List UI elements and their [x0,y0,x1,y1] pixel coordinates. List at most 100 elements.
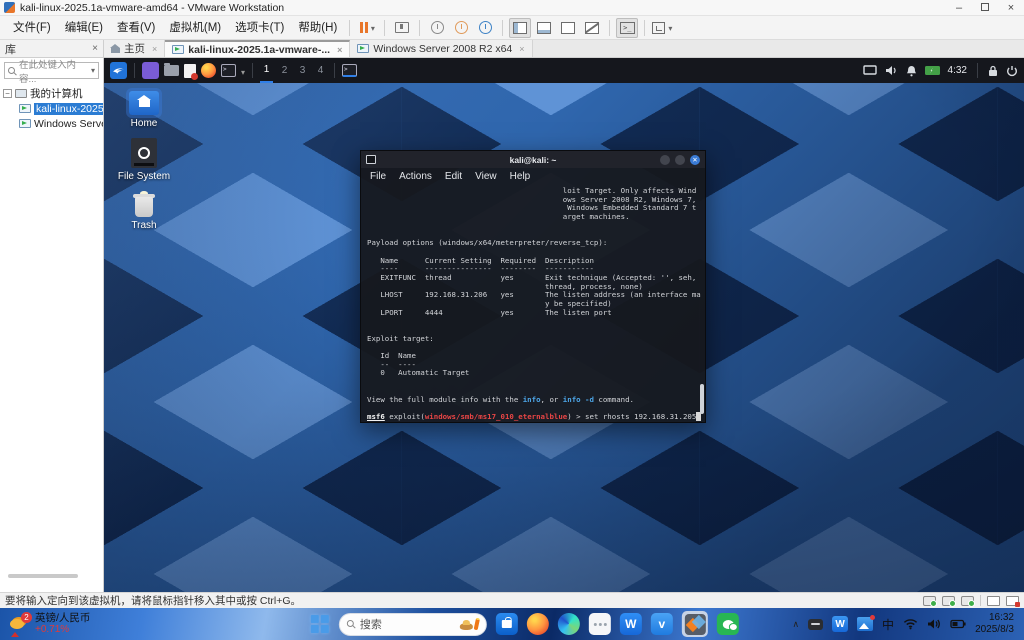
terminal-menu-actions[interactable]: Actions [399,171,432,182]
network-adapter-status-icon[interactable] [942,596,955,606]
tab-winserver-vm[interactable]: Windows Server 2008 R2 x64 × [350,40,532,57]
terminal-menu-help[interactable]: Help [510,171,531,182]
suspend-vm-button[interactable] [356,18,378,38]
fullscreen-button[interactable] [557,18,579,38]
terminal-output[interactable]: loit Target. Only affects Wind ows Serve… [361,185,705,422]
terminal-menu-edit[interactable]: Edit [445,171,462,182]
vm-powered-on-icon [19,104,31,113]
terminal-minimize-button[interactable] [660,155,670,165]
tray-expand-chevron-icon[interactable]: ∧ [792,619,799,630]
open-terminal-window-icon[interactable] [342,64,357,77]
take-snapshot-button[interactable] [426,18,448,38]
wifi-icon[interactable] [903,618,918,630]
volume-icon[interactable] [885,65,898,76]
virtual-device-status-icon[interactable] [987,596,1000,606]
desktop-icon-label: Trash [131,220,156,231]
revert-snapshot-button[interactable] [450,18,472,38]
tree-node-winserver-vm[interactable]: Windows Serve [3,116,103,131]
terminal-scrollbar[interactable] [700,384,704,414]
kali-menu-icon[interactable] [110,62,127,79]
tray-w-app-icon[interactable]: W [832,616,848,632]
text-editor-icon[interactable] [184,64,196,78]
home-folder-icon [129,91,159,115]
terminal-menu-view[interactable]: View [475,171,497,182]
tray-device-icon[interactable] [808,619,823,630]
hard-disk-status-icon[interactable] [923,596,936,606]
menu-edit[interactable]: 编辑(E) [58,16,110,40]
file-manager-icon[interactable] [164,65,179,76]
menu-file[interactable]: 文件(F) [6,16,58,40]
workspace-3[interactable]: 3 [296,59,309,82]
usb-status-icon[interactable] [1006,596,1019,606]
power-icon[interactable] [1006,65,1018,77]
battery-icon[interactable] [925,66,940,75]
taskbar-widget[interactable]: 2 英镑/人民币 +0.71% [0,608,100,640]
manage-snapshots-button[interactable] [474,18,496,38]
collapse-icon[interactable] [3,89,12,98]
taskbar-icon-v-app[interactable]: v [651,613,673,635]
fit-guest-button[interactable] [651,18,673,38]
console-view-button[interactable] [616,18,638,38]
tree-node-kali-vm[interactable]: kali-linux-2025. [3,101,103,116]
tray-screenshot-icon[interactable] [857,617,873,631]
taskbar-icon-edge[interactable] [558,613,580,635]
sound-status-icon[interactable] [961,596,974,606]
restore-button[interactable] [972,0,998,16]
taskbar-icon-firefox[interactable] [527,613,549,635]
toggle-library-button[interactable] [509,18,531,38]
workspace-1[interactable]: 1 [260,58,273,83]
lock-screen-icon[interactable] [988,65,998,77]
chevron-down-icon[interactable] [241,62,245,80]
menu-view[interactable]: 查看(V) [110,16,162,40]
menu-vm[interactable]: 虚拟机(M) [162,16,228,40]
terminal-launcher-icon[interactable] [221,64,236,77]
taskbar-icon-vmware-active[interactable] [682,611,708,637]
desktop-icon-trash[interactable]: Trash [131,191,156,231]
kali-clock[interactable]: 4:32 [948,65,967,76]
taskbar-icon-w-app[interactable]: W [620,613,642,635]
tab-close-icon[interactable]: × [152,44,157,54]
menu-help[interactable]: 帮助(H) [291,16,344,40]
tab-close-icon[interactable]: × [337,45,342,55]
menu-tabs[interactable]: 选项卡(T) [228,16,291,40]
firefox-icon[interactable] [201,63,216,78]
filesystem-drive-icon [131,138,157,168]
sidebar-horizontal-scrollbar[interactable] [8,574,78,578]
vmware-app-icon [684,614,705,635]
unity-button[interactable] [581,18,603,38]
terminal-titlebar[interactable]: kali@kali: ~ [361,151,705,168]
tray-clock[interactable]: 16:32 2025/8/3 [975,612,1014,637]
start-button[interactable] [311,615,330,634]
tab-close-icon[interactable]: × [519,44,524,54]
taskbar-icon-wechat[interactable] [717,613,739,635]
tab-home[interactable]: 主页 × [104,40,165,57]
ctrl-alt-del-icon [395,22,409,33]
vm-console[interactable]: 1 2 3 4 4:32 [104,58,1024,592]
display-icon[interactable] [863,65,877,76]
taskbar-icon-store[interactable] [496,613,518,635]
terminal-menu-file[interactable]: File [370,171,386,182]
terminal-maximize-button[interactable] [675,155,685,165]
show-desktop-icon[interactable] [142,62,159,79]
volume-icon[interactable] [927,618,941,630]
search-icon [8,67,16,75]
terminal-window[interactable]: kali@kali: ~ File Actions Edit View Help [360,150,706,423]
tab-kali-vm[interactable]: kali-linux-2025.1a-vmware-... × [165,40,350,57]
desktop-icon-filesystem[interactable]: File System [118,138,170,182]
battery-icon[interactable] [950,619,966,629]
tree-node-my-computer[interactable]: 我的计算机 [3,85,103,101]
workspace-2[interactable]: 2 [278,59,291,82]
toggle-thumbnail-bar-button[interactable] [533,18,555,38]
terminal-close-button[interactable] [690,155,700,165]
minimize-button[interactable]: – [946,0,972,16]
library-search-input[interactable]: 在此处键入内容... [4,62,99,79]
taskbar-icon-app[interactable] [589,613,611,635]
notifications-bell-icon[interactable] [906,65,917,77]
library-close-icon[interactable]: × [92,43,98,54]
taskbar-search-box[interactable]: 搜索 [339,613,487,636]
close-button[interactable]: × [998,0,1024,16]
desktop-icon-home[interactable]: Home [129,91,159,129]
ime-indicator[interactable]: 中 [882,616,894,633]
workspace-4[interactable]: 4 [314,59,327,82]
ctrl-alt-del-button[interactable] [391,18,413,38]
